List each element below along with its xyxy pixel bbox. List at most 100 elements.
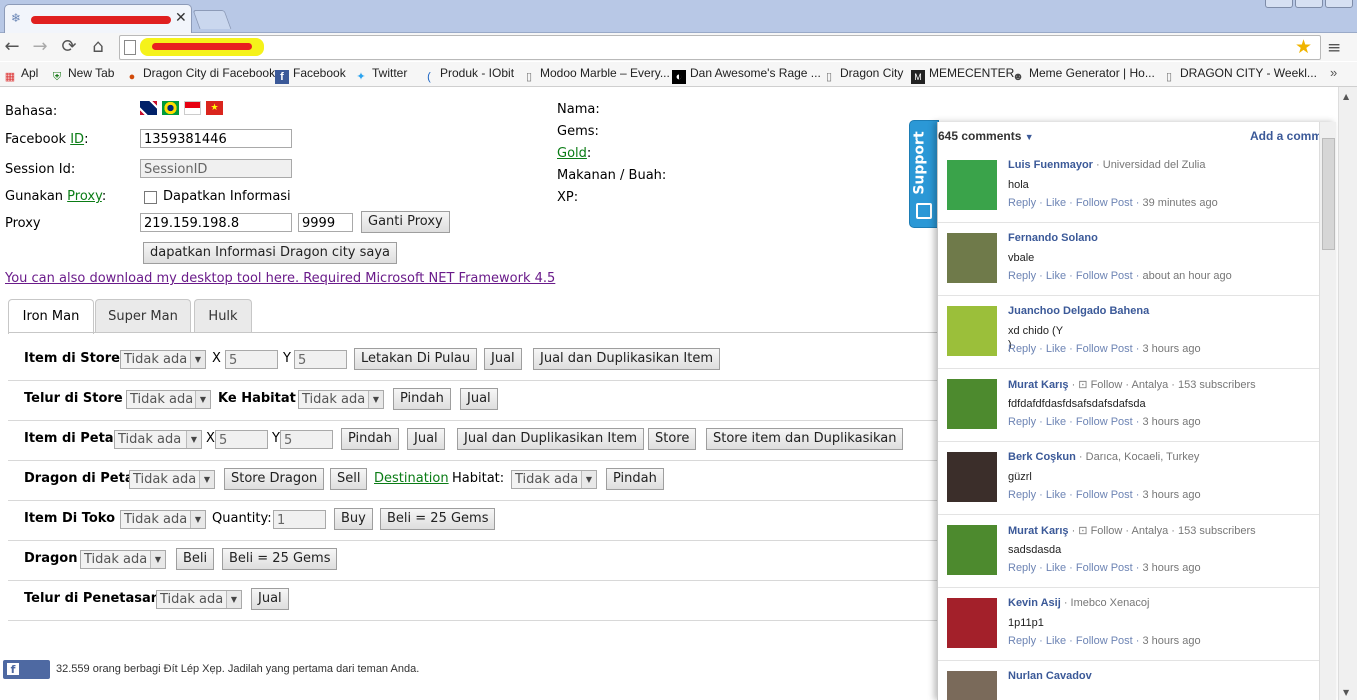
page-scrollbar[interactable]: ▲ ▼ xyxy=(1338,87,1357,700)
avatar[interactable] xyxy=(947,671,997,700)
avatar[interactable] xyxy=(947,525,997,575)
beli-button[interactable]: Beli xyxy=(176,548,215,570)
letakan-di-pulau-button[interactable]: Letakan Di Pulau xyxy=(354,348,478,370)
bookmark-twitter[interactable]: ✦ Twitter xyxy=(354,66,407,84)
telur-penetasan-select[interactable]: Tidak ada ▼ xyxy=(156,590,242,609)
bookmark-rage[interactable]: ◐ Dan Awesome's Rage ... xyxy=(672,66,821,84)
close-window-button[interactable] xyxy=(1325,0,1353,8)
bookmark-dragon-city-weekly[interactable]: ▯ DRAGON CITY - Weekl... xyxy=(1162,66,1317,84)
author-name[interactable]: Murat Karış xyxy=(1008,525,1069,537)
scroll-down-icon[interactable]: ▼ xyxy=(1343,688,1349,697)
facebook-id-input[interactable]: 1359381446 xyxy=(140,129,292,148)
session-id-input[interactable]: SessionID xyxy=(140,159,292,178)
flag-english-icon[interactable] xyxy=(140,101,157,115)
pindah-button[interactable]: Pindah xyxy=(341,428,399,450)
proxy-ip-input[interactable]: 219.159.198.8 xyxy=(140,213,292,232)
scroll-up-icon[interactable]: ▲ xyxy=(1343,92,1349,101)
proxy-port-input[interactable]: 9999 xyxy=(298,213,353,232)
address-bar[interactable] xyxy=(119,35,1321,60)
support-tab[interactable]: Support xyxy=(909,120,939,228)
store-button[interactable]: Store xyxy=(648,428,697,450)
use-proxy-checkbox[interactable] xyxy=(144,191,157,204)
reload-icon[interactable]: ⟳ xyxy=(58,36,80,58)
tab-hulk[interactable]: Hulk xyxy=(194,299,252,333)
avatar[interactable] xyxy=(947,233,997,283)
author-name[interactable]: Berk Coşkun xyxy=(1008,451,1076,463)
item-peta-select[interactable]: Tidak ada ▼ xyxy=(114,430,202,449)
item-store-select[interactable]: Tidak ada ▼ xyxy=(120,350,206,369)
sell-button[interactable]: Sell xyxy=(330,468,368,490)
buy-button[interactable]: Buy xyxy=(334,508,373,530)
flag-indonesia-icon[interactable] xyxy=(184,101,201,115)
x-input[interactable]: 5 xyxy=(215,430,268,449)
store-dragon-button[interactable]: Store Dragon xyxy=(224,468,325,490)
tab-iron-man[interactable]: Iron Man xyxy=(8,299,94,334)
flag-vietnam-icon[interactable]: ★ xyxy=(206,101,223,115)
author-name[interactable]: Murat Karış xyxy=(1008,379,1069,391)
y-input[interactable]: 5 xyxy=(280,430,333,449)
comment-action-links[interactable]: Reply · Like · Follow Post · xyxy=(1008,270,1142,282)
bookmark-iobit[interactable]: (Produk - IObit xyxy=(422,66,514,84)
proxy-link[interactable]: Proxy xyxy=(67,189,102,204)
bookmark-meme-generator[interactable]: ☻ Meme Generator | Ho... xyxy=(1011,66,1155,84)
pindah-button[interactable]: Pindah xyxy=(606,468,664,490)
destination-link[interactable]: Destination xyxy=(374,471,449,486)
chrome-menu-icon[interactable]: ≡ xyxy=(1327,38,1341,58)
quantity-input[interactable]: 1 xyxy=(273,510,326,529)
forward-arrow-icon[interactable]: → xyxy=(29,36,51,58)
back-arrow-icon[interactable]: ← xyxy=(1,36,23,58)
bookmark-dragon-city[interactable]: ▯ Dragon City xyxy=(822,66,903,84)
bookmark-dragon-city-facebook[interactable]: ● Dragon City di Facebook xyxy=(125,66,275,84)
close-tab-icon[interactable]: ✕ xyxy=(175,10,187,26)
avatar[interactable] xyxy=(947,160,997,210)
author-name[interactable]: Nurlan Cavadov xyxy=(1008,670,1092,682)
tab-super-man[interactable]: Super Man xyxy=(95,299,191,333)
jual-button[interactable]: Jual xyxy=(407,428,445,450)
dragon-select[interactable]: Tidak ada ▼ xyxy=(80,550,166,569)
jual-button[interactable]: Jual xyxy=(251,588,289,610)
bookmark-new-tab[interactable]: ⛨ New Tab xyxy=(50,66,115,84)
bookmark-memecenter[interactable]: M MEMECENTER xyxy=(911,66,1014,84)
add-comment-link[interactable]: Add a comm xyxy=(1250,129,1322,143)
bookmark-facebook[interactable]: f Facebook xyxy=(275,66,346,84)
flag-brazil-icon[interactable] xyxy=(162,101,179,115)
x-input[interactable]: 5 xyxy=(225,350,278,369)
dragon-peta-select[interactable]: Tidak ada ▼ xyxy=(129,470,215,489)
comment-action-links[interactable]: Reply · Like · Follow Post · xyxy=(1008,416,1142,428)
comment-count-dropdown[interactable]: 645 comments ▼ xyxy=(938,129,1034,143)
jual-button[interactable]: Jual xyxy=(460,388,498,410)
store-duplikasikan-button[interactable]: Store item dan Duplikasikan xyxy=(706,428,904,450)
get-info-button[interactable]: dapatkan Informasi Dragon city saya xyxy=(143,242,398,264)
jual-button[interactable]: Jual xyxy=(484,348,522,370)
avatar[interactable] xyxy=(947,306,997,356)
new-tab-button[interactable] xyxy=(192,10,232,29)
comment-action-links[interactable]: Reply · Like · Follow Post · xyxy=(1008,489,1142,501)
more-bookmarks-icon[interactable]: » xyxy=(1330,65,1337,80)
avatar[interactable] xyxy=(947,598,997,648)
comment-action-links[interactable]: Reply · Like · Follow Post · xyxy=(1008,343,1142,355)
author-name[interactable]: Fernando Solano xyxy=(1008,232,1098,244)
item-toko-select[interactable]: Tidak ada ▼ xyxy=(120,510,206,529)
comment-action-links[interactable]: Reply · Like · Follow Post · xyxy=(1008,562,1142,574)
bookmark-star-icon[interactable]: ★ xyxy=(1295,36,1312,58)
y-input[interactable]: 5 xyxy=(294,350,347,369)
download-desktop-tool-link[interactable]: You can also download my desktop tool he… xyxy=(5,271,555,286)
author-name[interactable]: Juanchoo Delgado Bahena xyxy=(1008,305,1149,317)
beli-gems-button[interactable]: Beli = 25 Gems xyxy=(222,548,338,570)
avatar[interactable] xyxy=(947,379,997,429)
minimize-button[interactable] xyxy=(1265,0,1293,8)
telur-store-select[interactable]: Tidak ada ▼ xyxy=(126,390,211,409)
facebook-follow-button[interactable]: f Ikuti xyxy=(3,660,50,695)
id-link[interactable]: ID xyxy=(70,132,84,147)
maximize-button[interactable] xyxy=(1295,0,1323,8)
comment-action-links[interactable]: Reply · Like · Follow Post · xyxy=(1008,197,1142,209)
gold-link[interactable]: Gold xyxy=(557,146,587,161)
bookmark-modoo-marble[interactable]: ▯ Modoo Marble – Every... xyxy=(522,66,670,84)
habitat-select[interactable]: Tidak ada ▼ xyxy=(298,390,384,409)
bookmark-apps[interactable]: ▦ Apl xyxy=(3,66,39,84)
comments-scrollbar[interactable] xyxy=(1319,122,1336,700)
avatar[interactable] xyxy=(947,452,997,502)
jual-duplikasikan-button[interactable]: Jual dan Duplikasikan Item xyxy=(457,428,644,450)
home-icon[interactable]: ⌂ xyxy=(87,36,109,58)
beli-gems-button[interactable]: Beli = 25 Gems xyxy=(380,508,496,530)
